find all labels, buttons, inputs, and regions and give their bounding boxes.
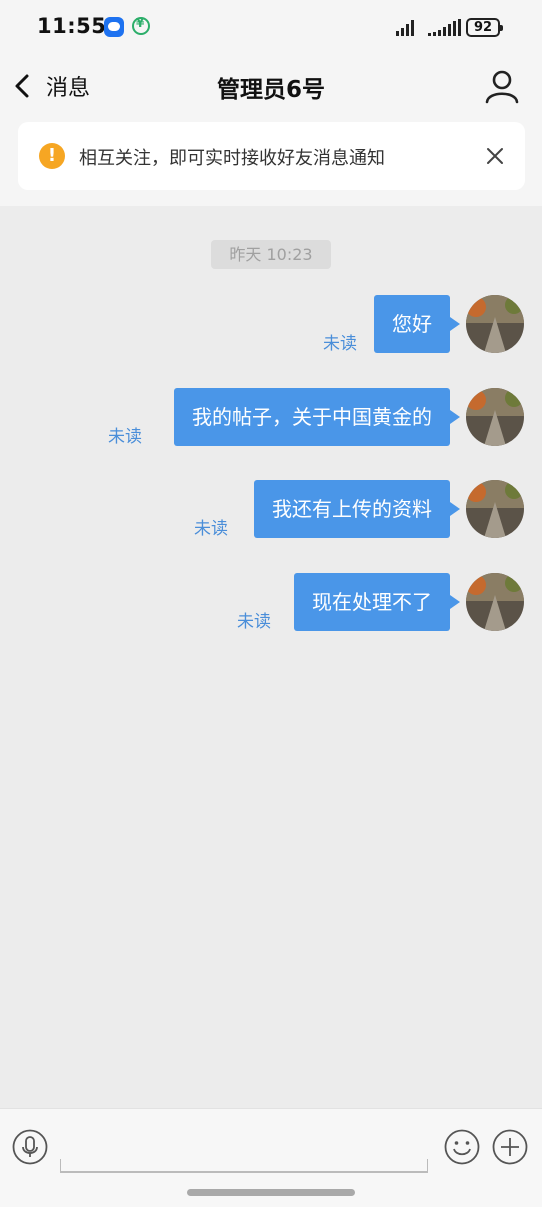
- avatar[interactable]: [466, 388, 524, 446]
- finance-app-icon: [132, 16, 150, 35]
- message-row: 未读 我的帖子，关于中国黄金的: [0, 388, 542, 447]
- message-input[interactable]: [60, 1159, 428, 1173]
- message-bubble[interactable]: 我的帖子，关于中国黄金的: [174, 388, 460, 446]
- message-bubble[interactable]: 我还有上传的资料: [254, 480, 460, 538]
- signal-icon: [396, 19, 414, 36]
- profile-icon[interactable]: [484, 68, 520, 104]
- unread-status: 未读: [323, 334, 357, 354]
- avatar[interactable]: [466, 573, 524, 631]
- page-title: 管理员6号: [216, 77, 325, 103]
- avatar[interactable]: [466, 480, 524, 538]
- voice-icon[interactable]: [12, 1129, 48, 1165]
- battery-icon: 92: [466, 18, 503, 37]
- warning-icon: !: [39, 143, 65, 169]
- chat-header: 消息 管理员6号: [0, 54, 542, 120]
- banner-text: 相互关注，即可实时接收好友消息通知: [79, 148, 385, 169]
- unread-status: 未读: [237, 612, 271, 632]
- signal-icon-2: [428, 19, 461, 36]
- message-bubble[interactable]: 现在处理不了: [294, 573, 460, 631]
- message-bubble[interactable]: 您好: [374, 295, 460, 353]
- chat-timestamp: 昨天 10:23: [211, 240, 331, 269]
- message-row: 未读 现在处理不了: [0, 573, 542, 632]
- follow-notice-banner: ! 相互关注，即可实时接收好友消息通知: [18, 122, 525, 190]
- message-row: 未读 我还有上传的资料: [0, 480, 542, 539]
- unread-status: 未读: [108, 427, 142, 447]
- plus-icon[interactable]: [492, 1129, 528, 1165]
- status-bar: 11:55 92: [0, 0, 542, 54]
- home-indicator[interactable]: [187, 1189, 355, 1196]
- chat-app-icon: [104, 17, 124, 37]
- message-row: 未读 您好: [0, 295, 542, 354]
- close-icon[interactable]: [483, 144, 507, 168]
- avatar[interactable]: [466, 295, 524, 353]
- unread-status: 未读: [194, 519, 228, 539]
- status-time: 11:55: [37, 14, 107, 38]
- emoji-icon[interactable]: [444, 1129, 480, 1165]
